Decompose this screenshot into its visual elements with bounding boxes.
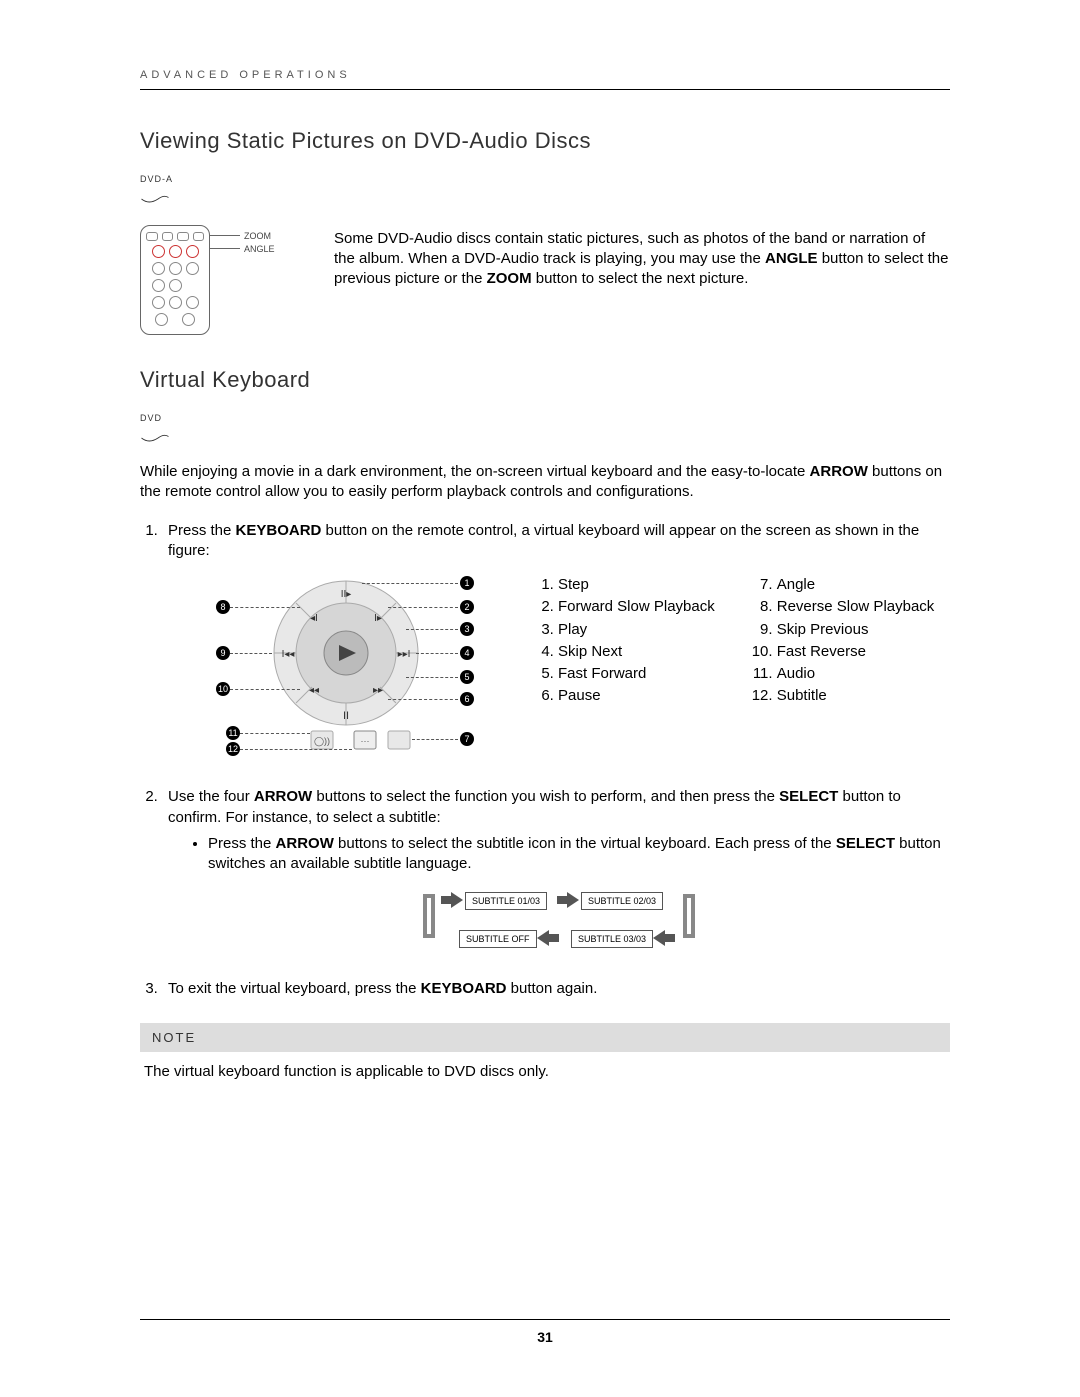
legend-item: Skip Previous [777, 620, 935, 640]
subtitle-state: SUBTITLE 02/03 [581, 892, 663, 910]
page-header: ADVANCED OPERATIONS [140, 68, 950, 90]
page-number: 31 [140, 1319, 950, 1347]
subtitle-cycle-diagram: SUBTITLE 01/03 SUBTITLE 02/03 SUBTITLE O… [399, 888, 719, 964]
legend-item: Angle [777, 575, 935, 595]
legend-item: Fast Forward [558, 664, 715, 684]
svg-text:◂◂: ◂◂ [309, 685, 319, 696]
svg-text:▸▸I: ▸▸I [398, 649, 411, 660]
instruction-list: Press the KEYBOARD button on the remote … [162, 521, 950, 999]
svg-text:II: II [343, 710, 349, 722]
step-3: To exit the virtual keyboard, press the … [162, 979, 950, 999]
note-box: NOTE The virtual keyboard function is ap… [140, 1023, 950, 1093]
subtitle-state: SUBTITLE OFF [459, 930, 537, 948]
remote-outline [140, 225, 210, 335]
step-1: Press the KEYBOARD button on the remote … [162, 521, 950, 770]
svg-text:◯)): ◯)) [314, 736, 330, 747]
step-2-bullet: Press the ARROW buttons to select the su… [208, 834, 950, 875]
legend-item: Pause [558, 686, 715, 706]
legend-item: Forward Slow Playback [558, 597, 715, 617]
section1-paragraph: Some DVD-Audio discs contain static pict… [334, 225, 950, 335]
swoosh-icon [140, 432, 170, 444]
note-title: NOTE [140, 1023, 950, 1053]
legend-item: Fast Reverse [777, 642, 935, 662]
svg-text:II▸: II▸ [341, 589, 352, 600]
legend: Step Forward Slow Playback Play Skip Nex… [536, 573, 950, 769]
zoom-label: ZOOM [244, 230, 271, 242]
section1-title: Viewing Static Pictures on DVD-Audio Dis… [140, 126, 950, 156]
legend-item: Play [558, 620, 715, 640]
section2-title: Virtual Keyboard [140, 365, 950, 395]
legend-item: Audio [777, 664, 935, 684]
angle-label: ANGLE [244, 243, 275, 255]
svg-text:···: ··· [361, 736, 370, 746]
svg-text:◂I: ◂I [310, 613, 318, 624]
subtitle-state: SUBTITLE 01/03 [465, 892, 547, 910]
subtitle-state: SUBTITLE 03/03 [571, 930, 653, 948]
svg-text:▸▸: ▸▸ [373, 685, 383, 696]
svg-text:I◂◂: I◂◂ [282, 649, 295, 660]
dvda-badge: DVD-A [140, 168, 950, 211]
virtual-keyboard-diagram: II▸ II I◂◂ ▸▸I ◂I I▸ ◂◂ ▸▸ ◯)) ··· [216, 573, 496, 769]
legend-item: Subtitle [777, 686, 935, 706]
legend-item: Skip Next [558, 642, 715, 662]
swoosh-icon [140, 193, 170, 205]
section2-intro: While enjoying a movie in a dark environ… [140, 462, 950, 503]
remote-diagram: ZOOM ANGLE [140, 225, 310, 335]
step-2: Use the four ARROW buttons to select the… [162, 787, 950, 964]
legend-item: Reverse Slow Playback [777, 597, 935, 617]
legend-item: Step [558, 575, 715, 595]
svg-text:I▸: I▸ [374, 613, 382, 624]
note-body: The virtual keyboard function is applica… [140, 1052, 950, 1092]
dvd-badge: DVD [140, 407, 950, 450]
